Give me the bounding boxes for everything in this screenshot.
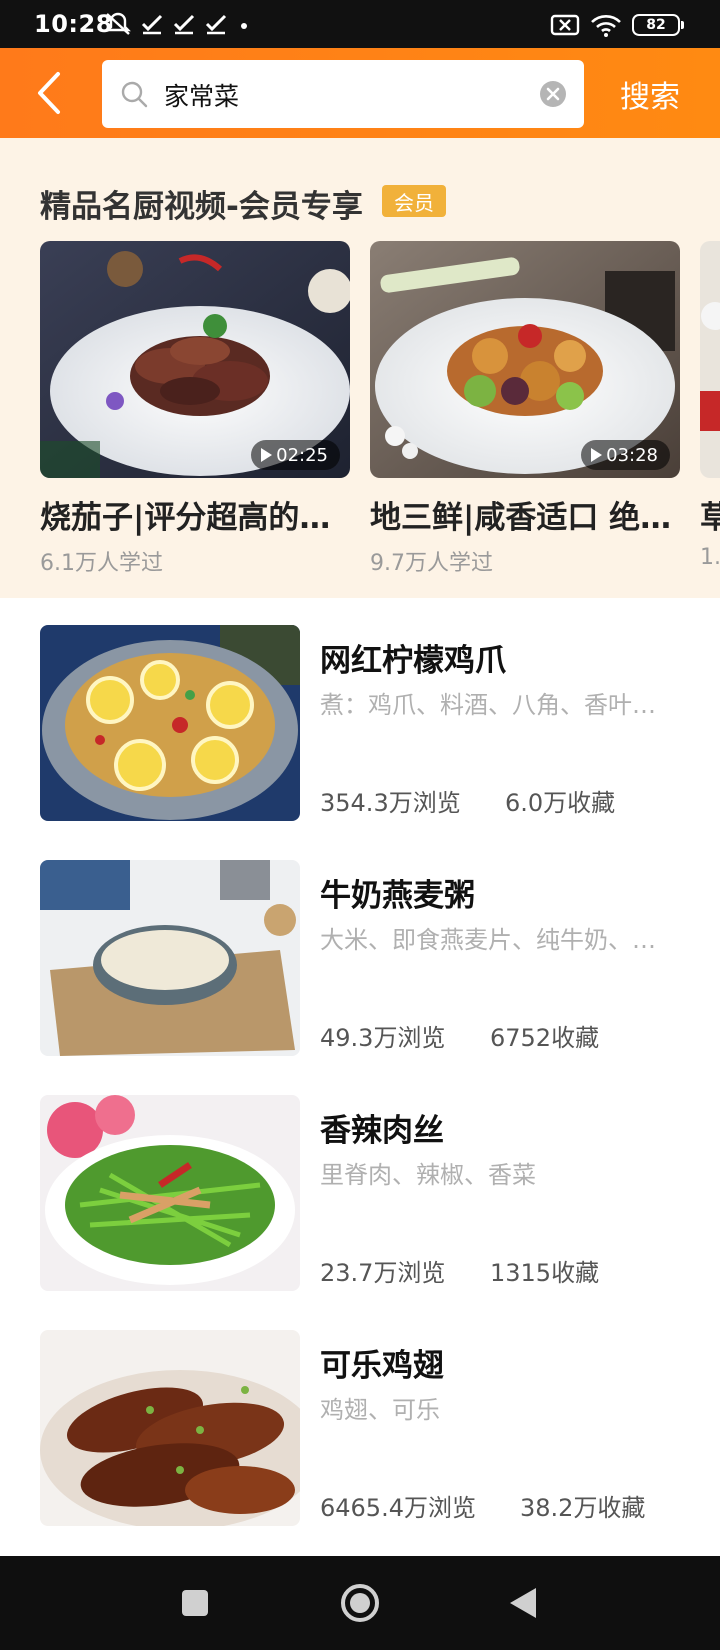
- recipe-item[interactable]: 香辣肉丝 里脊肉、辣椒、香菜 23.7万浏览 1315收藏: [40, 1095, 690, 1291]
- video-learned-count: 9.7万人学过: [370, 551, 493, 576]
- video-title: 草: [700, 492, 720, 537]
- video-thumbnail: [700, 241, 720, 478]
- video-title: 地三鲜|咸香适口 绝…: [370, 500, 672, 536]
- search-header: 家常菜 搜索: [0, 48, 720, 138]
- recipe-name: 可乐鸡翅: [320, 1348, 444, 1384]
- status-notification-icons: [104, 10, 252, 38]
- status-system-icons: 82: [550, 12, 684, 38]
- back-button[interactable]: [30, 68, 70, 118]
- recipe-thumbnail: [40, 625, 300, 821]
- recipe-thumbnail: [40, 860, 300, 1056]
- vip-badge: 会员: [382, 185, 446, 217]
- recipe-ingredients: 鸡翅、可乐: [320, 1396, 440, 1424]
- recipe-favorites: 6.0万收藏: [505, 789, 616, 817]
- recipe-item[interactable]: 牛奶燕麦粥 大米、即食燕麦片、纯牛奶、… 49.3万浏览 6752收藏: [40, 860, 690, 1056]
- check-icon: [173, 14, 195, 35]
- play-icon: [261, 448, 273, 462]
- recipe-name: 牛奶燕麦粥: [320, 878, 475, 914]
- recipe-ingredients: 里脊肉、辣椒、香菜: [320, 1161, 536, 1189]
- spicy-pork-image: [40, 1095, 300, 1291]
- dish-image: [700, 241, 720, 478]
- recipe-favorites: 6752收藏: [490, 1024, 600, 1052]
- video-thumbnail: 02:25: [40, 241, 350, 478]
- video-thumbnail: 03:28: [370, 241, 680, 478]
- video-learned-count: 6.1万人学过: [40, 551, 163, 576]
- battery-level: 82: [646, 17, 666, 33]
- chevron-left-icon: [38, 72, 60, 114]
- check-icon: [141, 14, 163, 35]
- battery-icon: 82: [632, 14, 684, 36]
- video-duration: 03:28: [581, 440, 670, 470]
- video-title: 烧茄子|评分超高的…: [40, 500, 331, 536]
- wifi-icon: [591, 15, 621, 37]
- video-learned-count: 1.: [700, 545, 720, 570]
- search-icon: [121, 81, 148, 108]
- video-card[interactable]: 03:28 地三鲜|咸香适口 绝… 9.7万人学过: [370, 241, 680, 577]
- status-time: 10:28: [34, 10, 113, 38]
- recipe-item[interactable]: 网红柠檬鸡爪 煮：鸡爪、料酒、八角、香叶… 354.3万浏览 6.0万收藏: [40, 625, 690, 821]
- recipe-views: 6465.4万浏览: [320, 1494, 476, 1522]
- recipe-views: 49.3万浏览: [320, 1024, 446, 1052]
- check-icon: [205, 14, 227, 35]
- sim-error-icon: [550, 14, 580, 36]
- lemon-chicken-feet-image: [40, 625, 300, 821]
- dot-icon: [241, 23, 247, 29]
- recipe-item[interactable]: 可乐鸡翅 鸡翅、可乐 6465.4万浏览 38.2万收藏: [40, 1330, 690, 1526]
- home-icon[interactable]: [340, 1583, 380, 1623]
- video-card[interactable]: 草 1.: [700, 241, 720, 570]
- search-button[interactable]: 搜索: [620, 72, 680, 116]
- duration-text: 02:25: [276, 444, 328, 466]
- recipe-name: 网红柠檬鸡爪: [320, 643, 506, 679]
- play-icon: [591, 448, 603, 462]
- video-duration: 02:25: [251, 440, 340, 470]
- recipe-views: 354.3万浏览: [320, 789, 461, 817]
- premium-video-section: 精品名厨视频-会员专享 会员 02:25 烧茄子|评分超高的… 6.1万人学过 …: [0, 138, 720, 598]
- search-query: 家常菜: [164, 82, 240, 111]
- recipe-ingredients: 煮：鸡爪、料酒、八角、香叶…: [320, 691, 656, 719]
- recipe-views: 23.7万浏览: [320, 1259, 446, 1287]
- recipe-favorites: 38.2万收藏: [520, 1494, 646, 1522]
- duration-text: 03:28: [606, 444, 658, 466]
- mute-bell-icon: [105, 12, 131, 35]
- video-card[interactable]: 02:25 烧茄子|评分超高的… 6.1万人学过: [40, 241, 350, 577]
- clear-icon[interactable]: [540, 81, 566, 107]
- status-bar: 10:28 82: [0, 0, 720, 48]
- recents-icon[interactable]: [180, 1588, 210, 1618]
- cola-chicken-wings-image: [40, 1330, 300, 1526]
- system-navigation-bar: [0, 1556, 720, 1650]
- recipe-thumbnail: [40, 1330, 300, 1526]
- recipe-ingredients: 大米、即食燕麦片、纯牛奶、…: [320, 926, 656, 954]
- recipe-name: 香辣肉丝: [320, 1113, 444, 1149]
- oat-porridge-image: [40, 860, 300, 1056]
- search-input[interactable]: 家常菜: [102, 60, 584, 128]
- recipe-thumbnail: [40, 1095, 300, 1291]
- back-triangle-icon[interactable]: [508, 1586, 538, 1620]
- recipe-favorites: 1315收藏: [490, 1259, 600, 1287]
- section-title: 精品名厨视频-会员专享: [40, 189, 363, 225]
